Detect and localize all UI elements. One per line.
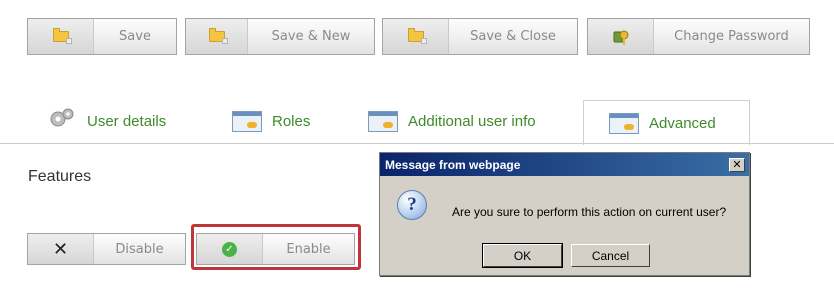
enable-highlight: [191, 224, 361, 270]
tab-user-details[interactable]: User details: [45, 100, 205, 143]
window-key-icon: [368, 111, 398, 132]
folder-icon: [383, 19, 449, 54]
tab-roles[interactable]: Roles: [232, 100, 352, 143]
tab-label: User details: [87, 113, 167, 130]
save-button-label: Save: [119, 29, 151, 44]
dialog-title: Message from webpage: [385, 157, 521, 172]
save-button[interactable]: Save: [27, 18, 177, 55]
gear-icon: [45, 105, 77, 139]
key-icon: [588, 19, 654, 54]
folder-icon: [186, 19, 248, 54]
save-close-button-label: Save & Close: [470, 29, 556, 44]
tab-label: Advanced: [649, 114, 716, 132]
dialog-titlebar: Message from webpage ✕: [380, 153, 749, 176]
save-close-button[interactable]: Save & Close: [382, 18, 578, 55]
folder-icon: [28, 19, 94, 54]
tab-label: Additional user info: [408, 113, 536, 130]
change-password-button[interactable]: Change Password: [587, 18, 810, 55]
question-icon: ?: [397, 190, 427, 220]
tab-additional-user-info[interactable]: Additional user info: [368, 100, 583, 143]
confirm-dialog: Message from webpage ✕ ? Are you sure to…: [379, 152, 750, 276]
disable-button-label: Disable: [115, 241, 164, 257]
dialog-message: Are you sure to perform this action on c…: [452, 205, 727, 219]
save-new-button[interactable]: Save & New: [185, 18, 375, 55]
features-title: Features: [28, 168, 92, 185]
tab-label: Roles: [272, 113, 311, 130]
window-key-icon: [609, 112, 639, 134]
ok-button[interactable]: OK: [482, 243, 563, 268]
save-new-button-label: Save & New: [271, 29, 351, 44]
change-password-button-label: Change Password: [674, 29, 789, 44]
window-key-icon: [232, 111, 262, 132]
dialog-close-button[interactable]: ✕: [729, 157, 745, 172]
close-icon: ✕: [28, 234, 94, 264]
tab-advanced[interactable]: Advanced: [583, 100, 750, 145]
disable-button[interactable]: ✕ Disable: [27, 233, 186, 265]
cancel-button[interactable]: Cancel: [571, 244, 650, 267]
tab-divider: [0, 143, 834, 144]
